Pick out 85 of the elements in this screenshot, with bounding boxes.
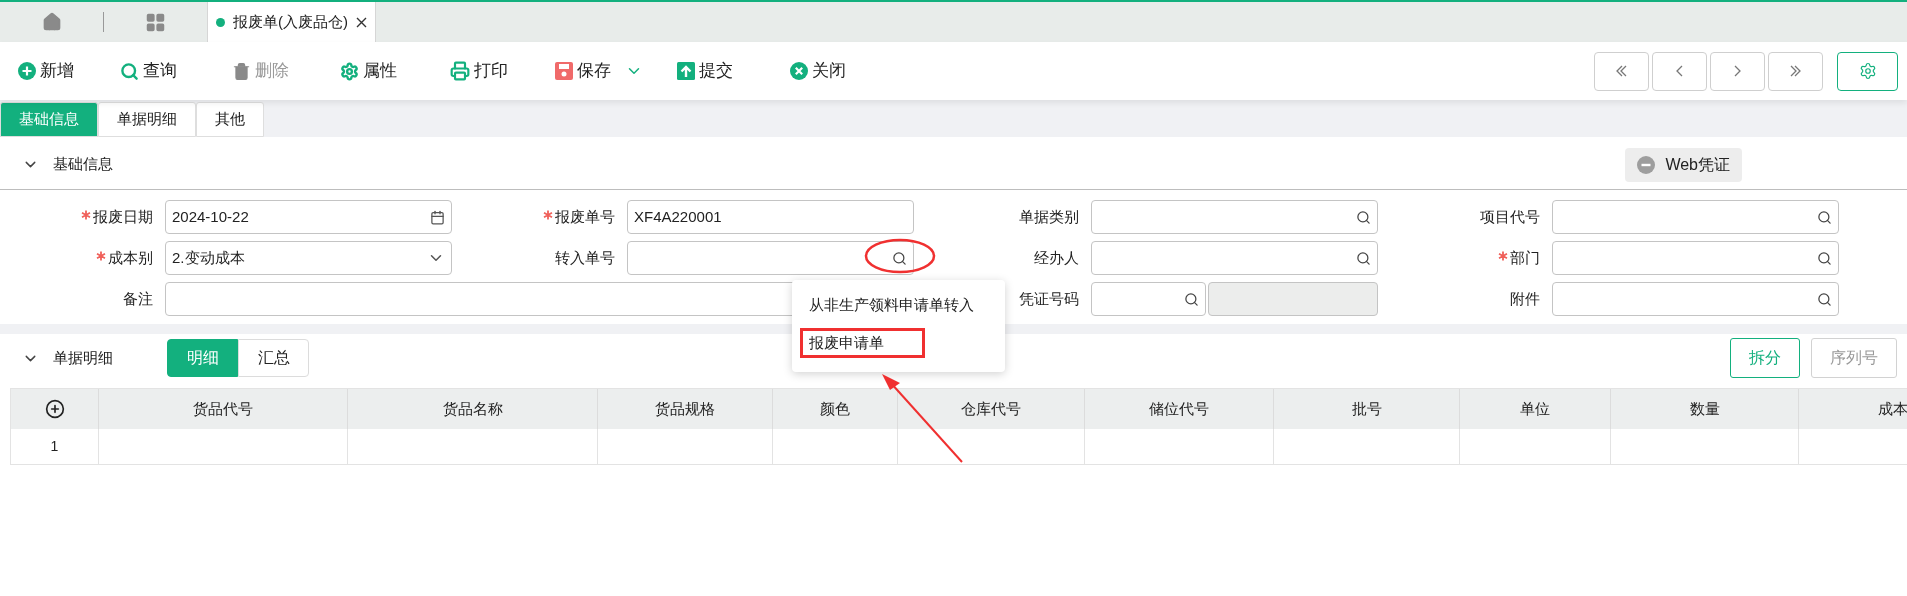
last-page-button[interactable]: [1768, 51, 1823, 91]
chevron-left-icon: [1676, 65, 1683, 77]
required-icon: [1498, 251, 1508, 261]
save-icon: [555, 62, 573, 80]
search-icon: [1817, 291, 1832, 307]
lookup-field[interactable]: [1091, 282, 1206, 316]
field-label: 凭证号码: [1019, 288, 1079, 309]
field-label: 报废日期: [93, 206, 153, 227]
double-chevron-left-icon: [1616, 65, 1627, 77]
web-voucher-button[interactable]: Web凭证: [1625, 147, 1742, 182]
column-header: 货品规格: [598, 389, 773, 429]
annotation-ellipse: [864, 238, 936, 274]
column-header: 货品代号: [99, 389, 348, 429]
add-row-icon[interactable]: [44, 399, 65, 419]
field-label: 附件: [1510, 288, 1540, 309]
section-title: 基础信息: [53, 154, 113, 175]
lookup-field[interactable]: [1552, 200, 1839, 234]
column-header: 货品名称: [348, 389, 598, 429]
menu-item[interactable]: 报废申请单: [800, 328, 925, 358]
date-field[interactable]: 2024-10-22: [165, 200, 452, 234]
next-button[interactable]: [1710, 51, 1765, 91]
home-icon[interactable]: [41, 12, 62, 32]
toolbar-button[interactable]: 属性: [340, 58, 450, 84]
plus-icon: [18, 62, 36, 80]
required-icon: [96, 251, 106, 261]
close-icon[interactable]: [356, 16, 367, 28]
double-chevron-right-icon: [1790, 65, 1801, 77]
lookup-field[interactable]: [1091, 241, 1378, 275]
column-header: 储位代号: [1085, 389, 1274, 429]
first-page-button[interactable]: [1594, 51, 1649, 91]
row-number: 1: [11, 429, 99, 464]
toolbar-button[interactable]: 关闭: [790, 58, 890, 84]
column-header: 数量: [1611, 389, 1799, 429]
tab-title: 报废单(入废品仓): [233, 11, 348, 32]
text-field[interactable]: XF4A220001: [627, 200, 914, 234]
section-title: 单据明细: [53, 347, 113, 368]
trash-icon: [232, 61, 251, 81]
settings-icon: [340, 61, 359, 81]
grid-icon[interactable]: [145, 11, 166, 33]
required-icon: [81, 210, 91, 220]
toolbar-button[interactable]: 提交: [677, 58, 790, 84]
search-icon: [1817, 250, 1832, 266]
field-label: 单据类别: [1019, 206, 1079, 227]
form-tab[interactable]: 其他: [196, 102, 264, 137]
calendar-icon: [430, 209, 445, 225]
previous-button[interactable]: [1652, 51, 1707, 91]
document-tab[interactable]: 报废单(入废品仓): [207, 2, 376, 42]
printer-icon: [450, 61, 470, 81]
column-header: 批号: [1274, 389, 1460, 429]
lookup-field[interactable]: [1552, 241, 1839, 275]
column-header: 成本: [1799, 389, 1907, 429]
minus-icon: [1637, 155, 1656, 174]
lookup-field[interactable]: [1552, 282, 1839, 316]
toolbar-button[interactable]: 保存: [555, 58, 677, 84]
field-label: 项目代号: [1480, 206, 1540, 227]
upload-icon: [677, 62, 695, 80]
search-icon: [1184, 291, 1199, 307]
toolbar-button[interactable]: 查询: [120, 58, 232, 84]
field-label: 报废单号: [555, 206, 615, 227]
view-toggle[interactable]: 汇总: [238, 339, 309, 377]
lookup-field[interactable]: [627, 241, 914, 275]
menu-item[interactable]: 从非生产领料申请单转入: [809, 290, 974, 320]
close-icon: [790, 62, 808, 80]
field-label: 转入单号: [555, 247, 615, 268]
field-label: 成本别: [108, 247, 153, 268]
form-tab[interactable]: 单据明细: [98, 102, 196, 137]
search-icon: [1356, 209, 1371, 225]
column-header: 仓库代号: [898, 389, 1085, 429]
lookup-field[interactable]: [1091, 200, 1378, 234]
toolbar-button[interactable]: 打印: [450, 58, 555, 84]
required-icon: [543, 210, 553, 220]
column-header: 单位: [1460, 389, 1611, 429]
search-icon: [1817, 209, 1832, 225]
field-label: 经办人: [1034, 247, 1079, 268]
search-icon: [1356, 250, 1371, 266]
search-icon: [120, 61, 139, 81]
chevron-right-icon: [1734, 65, 1741, 77]
search-icon: [892, 250, 907, 266]
settings-button[interactable]: [1837, 51, 1898, 91]
field-label: 部门: [1510, 247, 1540, 268]
column-header: 颜色: [773, 389, 898, 429]
select-field[interactable]: 2.变动成本: [165, 241, 452, 275]
settings-icon: [1858, 62, 1877, 80]
toolbar-button[interactable]: 新增: [18, 58, 120, 84]
field-label: 备注: [123, 288, 153, 309]
